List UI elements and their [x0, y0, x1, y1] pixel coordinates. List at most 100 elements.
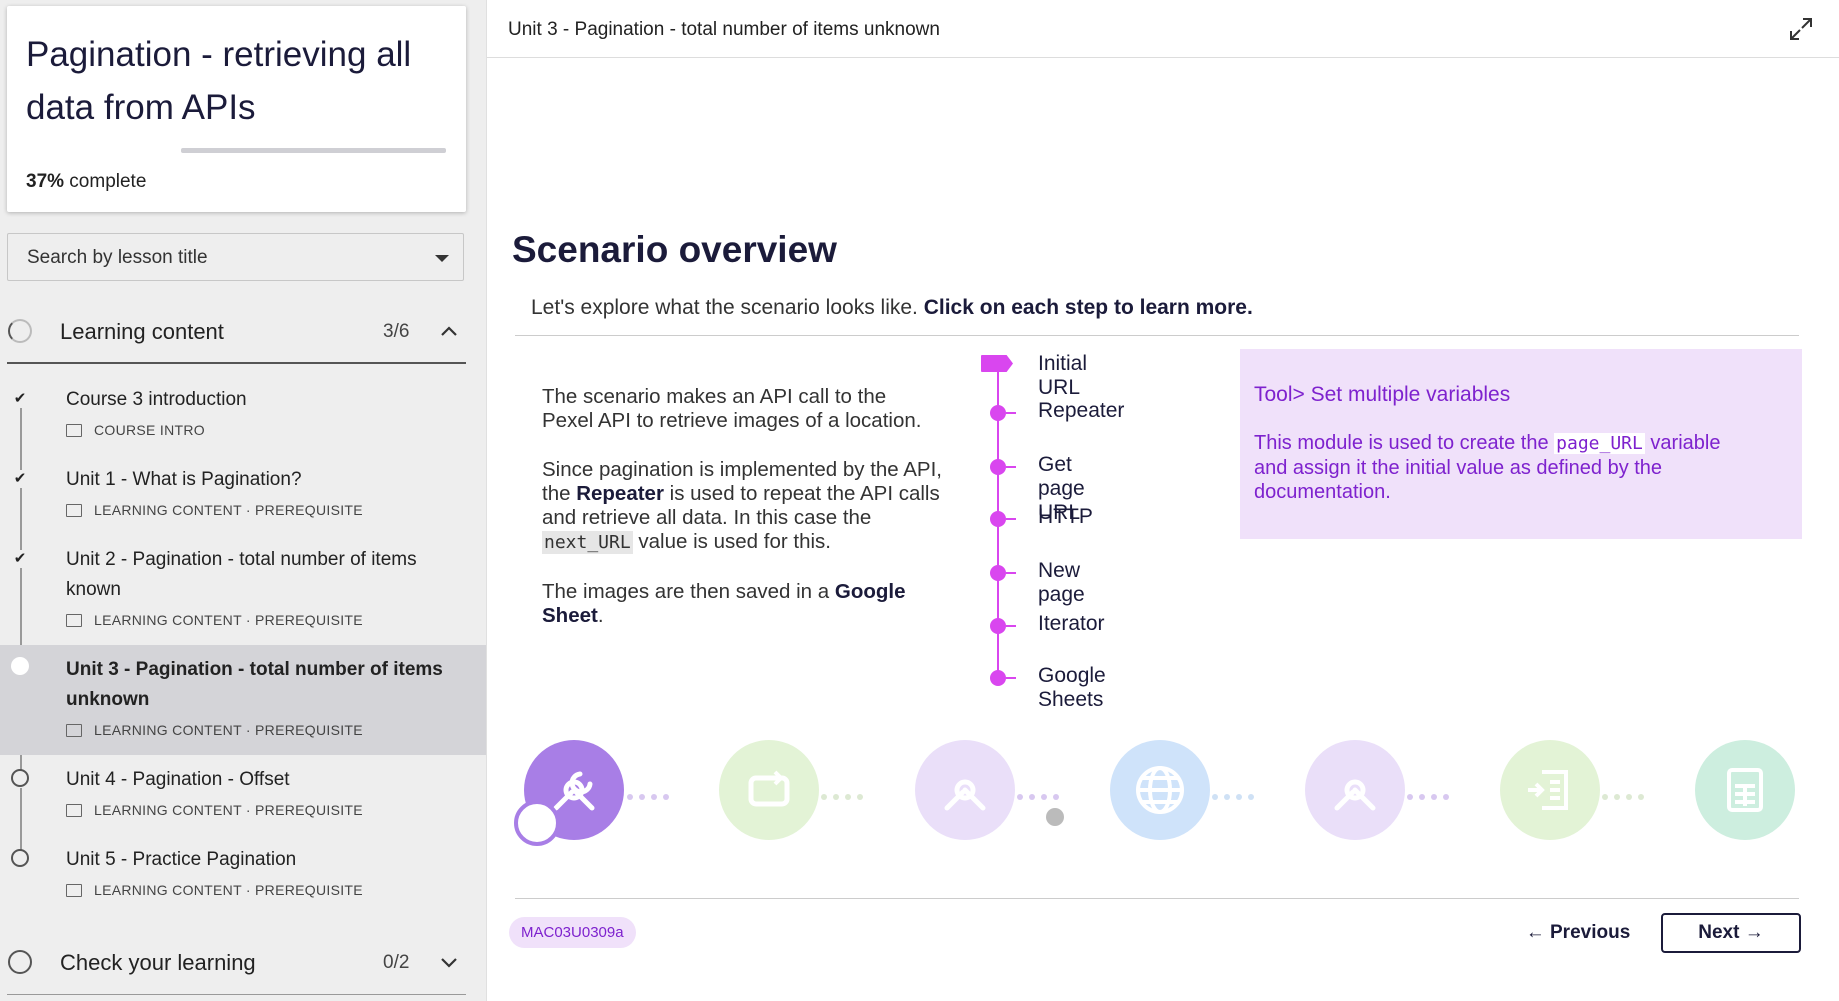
- step-tick: [1006, 572, 1016, 574]
- connector: [1407, 787, 1455, 800]
- lesson-item-current[interactable]: Unit 3 - Pagination - total number of it…: [0, 645, 486, 755]
- divider: [515, 335, 1799, 336]
- lesson-search-dropdown[interactable]: Search by lesson title: [7, 233, 464, 281]
- module-get-page-url[interactable]: [915, 740, 1015, 840]
- chevron-up-icon: [440, 321, 458, 342]
- lesson-title: Unit 5 - Practice Pagination: [66, 849, 297, 870]
- previous-button[interactable]: ← Previous: [1517, 913, 1639, 953]
- caret-down-icon: [435, 255, 449, 262]
- step-label: Initial URL: [1038, 352, 1088, 399]
- course-sidebar: Pagination - retrieving all data from AP…: [0, 0, 486, 1001]
- step-label: HTTP: [1038, 505, 1093, 528]
- expand-icon[interactable]: [1788, 16, 1814, 42]
- tools-icon: [944, 779, 986, 811]
- content-icon: [66, 724, 82, 737]
- step-node-icon: [990, 670, 1006, 686]
- step-tick: [1006, 625, 1016, 627]
- step-node-icon: [990, 405, 1006, 421]
- tools-icon: [1334, 779, 1376, 811]
- lesson-meta: LEARNING CONTENT · PREREQUISITE: [66, 612, 363, 628]
- search-placeholder: Search by lesson title: [27, 247, 208, 268]
- lesson-meta: LEARNING CONTENT · PREREQUISITE: [66, 502, 363, 518]
- step-label: New page: [1038, 559, 1085, 606]
- section-count: 0/2: [383, 952, 410, 973]
- step-tick: [1006, 412, 1016, 414]
- desc-paragraph: The scenario makes an API call to the Pe…: [542, 385, 922, 432]
- lesson-item[interactable]: Unit 5 - Practice Pagination LEARNING CO…: [0, 845, 486, 915]
- step-node-icon: [990, 618, 1006, 634]
- info-body: This module is used to create the page_U…: [1254, 432, 1721, 503]
- module-google-sheets[interactable]: [1695, 740, 1795, 840]
- chevron-down-icon: [440, 952, 458, 973]
- lesson-meta: LEARNING CONTENT · PREREQUISITE: [66, 722, 363, 738]
- course-card: Pagination - retrieving all data from AP…: [7, 6, 466, 212]
- step-node-icon: [990, 565, 1006, 581]
- checkmark-icon: ✔: [13, 470, 27, 487]
- connector: [1212, 787, 1260, 800]
- section-count: 3/6: [383, 321, 410, 342]
- module-set-multiple-variables[interactable]: [514, 740, 624, 846]
- lesson-meta: LEARNING CONTENT · PREREQUISITE: [66, 802, 363, 818]
- document-icon: [66, 424, 82, 437]
- step-node-icon: [990, 459, 1006, 475]
- lesson-title: Unit 3 - Pagination - total number of it…: [66, 659, 443, 710]
- iterator-icon: [1528, 770, 1568, 810]
- lesson-title: Unit 4 - Pagination - Offset: [66, 769, 290, 790]
- section-learning-content[interactable]: Learning content 3/6: [0, 305, 466, 361]
- step-tick: [1006, 466, 1016, 468]
- arrow-right-icon: →: [1744, 922, 1764, 943]
- info-title: Tool> Set multiple variables: [1254, 383, 1511, 406]
- connector: [821, 787, 869, 800]
- step-label: Iterator: [1038, 612, 1105, 635]
- lesson-code-badge: MAC03U0309a: [509, 917, 636, 948]
- lesson-content: Unit 3 - Pagination - total number of it…: [486, 0, 1839, 1001]
- lesson-meta: LEARNING CONTENT · PREREQUISITE: [66, 882, 363, 898]
- section-progress-ring-icon: [8, 950, 32, 974]
- progress-bar: [181, 148, 446, 153]
- module-http[interactable]: [1110, 740, 1210, 840]
- schedule-clock-icon[interactable]: [514, 800, 560, 846]
- arrow-left-icon: ←: [1525, 922, 1545, 943]
- desc-paragraph: The images are then saved in a Google Sh…: [542, 580, 906, 627]
- progress-text: 37% complete: [26, 171, 147, 192]
- connector: [627, 787, 675, 800]
- section-label: Learning content: [60, 319, 224, 344]
- next-button[interactable]: Next →: [1661, 913, 1801, 953]
- section-heading: Scenario overview: [512, 229, 837, 270]
- divider: [515, 898, 1799, 899]
- content-icon: [66, 804, 82, 817]
- content-header: Unit 3 - Pagination - total number of it…: [487, 0, 1839, 58]
- checkmark-icon: ✔: [13, 390, 27, 407]
- connector: [1017, 787, 1065, 800]
- step-tick: [1006, 677, 1016, 679]
- sheet-icon: [1727, 768, 1763, 812]
- unit-title: Unit 3 - Pagination - total number of it…: [508, 19, 940, 40]
- desc-paragraph: Since pagination is implemented by the A…: [542, 458, 942, 554]
- lesson-title: Course 3 introduction: [66, 389, 247, 410]
- step-info-panel: Tool> Set multiple variables This module…: [1240, 349, 1802, 539]
- lesson-title: Unit 1 - What is Pagination?: [66, 469, 302, 490]
- flag-marker-icon: [981, 355, 1013, 372]
- intro-text: Let's explore what the scenario looks li…: [531, 296, 1253, 319]
- lesson-item[interactable]: Unit 4 - Pagination - Offset LEARNING CO…: [0, 765, 486, 835]
- module-iterator[interactable]: [1500, 740, 1600, 840]
- step-node-icon: [990, 511, 1006, 527]
- current-dot-icon: [11, 657, 29, 675]
- lesson-meta: COURSE INTRO: [66, 422, 205, 438]
- lesson-item[interactable]: ✔ Unit 2 - Pagination - total number of …: [0, 540, 486, 640]
- lesson-item[interactable]: ✔ Unit 1 - What is Pagination? LEARNING …: [0, 460, 486, 530]
- section-divider: [7, 362, 466, 364]
- content-icon: [66, 614, 82, 627]
- filter-icon[interactable]: [1046, 808, 1064, 826]
- scenario-description: The scenario makes an API call to the Pe…: [542, 385, 942, 653]
- step-label: Google Sheets: [1038, 664, 1106, 711]
- section-divider: [7, 994, 466, 995]
- step-label: Repeater: [1038, 399, 1125, 422]
- module-repeater[interactable]: [719, 740, 819, 840]
- lesson-item[interactable]: ✔ Course 3 introduction COURSE INTRO: [0, 380, 486, 450]
- checkmark-icon: ✔: [13, 550, 27, 567]
- scenario-flow: [487, 730, 1839, 860]
- section-check-your-learning[interactable]: Check your learning 0/2: [0, 936, 466, 992]
- step-tick: [1006, 518, 1016, 520]
- module-new-page[interactable]: [1305, 740, 1405, 840]
